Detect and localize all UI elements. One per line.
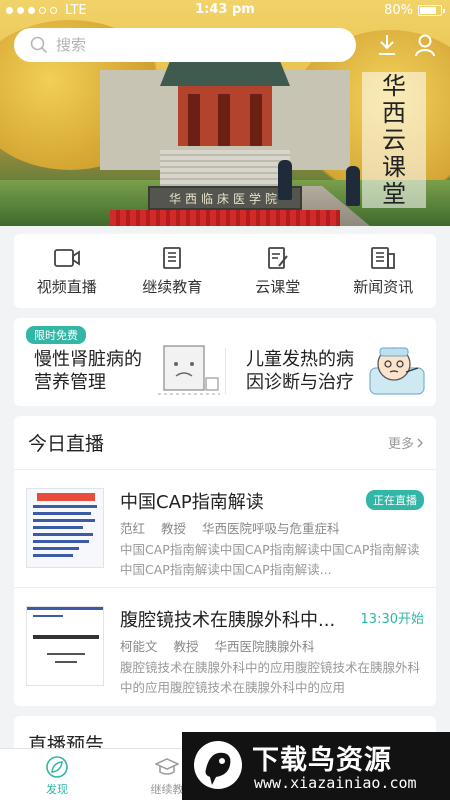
start-time: 13:30开始 [360, 612, 424, 627]
notepad-edit-icon [267, 246, 288, 269]
speaker-rank: 教授 [173, 639, 199, 654]
course-thumbnail [26, 606, 104, 686]
banner-char: 华 [382, 71, 406, 100]
tab-discover[interactable]: 发现 [12, 755, 102, 797]
compass-leaf-icon [46, 756, 68, 778]
live-list-item[interactable]: 腹腔镜技术在胰腺外科中... 13:30开始 柯能文 教授 华西医院胰腺外科 腹… [14, 588, 436, 706]
user-profile-icon[interactable] [412, 32, 438, 58]
more-label: 更多 [387, 437, 414, 452]
hero-person [278, 160, 292, 200]
tab-label: 继续教 [150, 783, 184, 796]
download-icon[interactable] [374, 32, 400, 58]
graduation-cap-icon [155, 758, 179, 775]
clock: 1:43 pm [195, 2, 255, 17]
promo-course-kidney[interactable]: 慢性肾脏病的营养管理 [34, 348, 154, 394]
course-description: 腹腔镜技术在胰腺外科中的应用腹腔镜技术在胰腺外科中的应用腹腔镜技术在胰腺外科中的… [120, 660, 421, 695]
book-icon [163, 246, 182, 269]
speaker-dept: 华西医院胰腺外科 [214, 639, 315, 654]
watermark-overlay: 下载鸟资源 www.xiazainiao.com [182, 732, 450, 800]
feature-nav: 视频直播 继续教育 云课堂 新闻资讯 [14, 234, 436, 308]
video-camera-icon [53, 248, 80, 267]
bird-logo-icon [194, 741, 242, 789]
nav-item-news[interactable]: 新闻资讯 [331, 234, 437, 308]
section-header: 今日直播 更多 [14, 416, 436, 470]
promo-course-fever[interactable]: 儿童发热的病因诊断与治疗 [246, 348, 366, 394]
course-title: 腹腔镜技术在胰腺外科中... [120, 610, 336, 631]
nav-item-label: 新闻资讯 [353, 277, 414, 296]
speaker-name: 范红 [120, 521, 146, 536]
battery-icon [418, 5, 445, 16]
speaker-rank: 教授 [161, 521, 187, 536]
section-title: 今日直播 [28, 433, 105, 455]
battery-indicator: 80% [384, 3, 445, 18]
tab-label: 发现 [46, 783, 68, 796]
course-description: 中国CAP指南解读中国CAP指南解读中国CAP指南解读中国CAP指南解读中国CA… [120, 542, 420, 577]
banner-char: 堂 [382, 179, 406, 208]
course-meta: 范红 教授 华西医院呼吸与危重症科 [120, 518, 352, 537]
sad-document-illustration-icon [158, 345, 220, 395]
hero-title-banner: 华 西 云 课 堂 [362, 72, 426, 208]
nav-item-cloud-class[interactable]: 云课堂 [225, 234, 331, 308]
watermark-name: 下载鸟资源 [252, 745, 392, 776]
speaker-name: 柯能文 [120, 639, 158, 654]
battery-percent: 80% [384, 3, 413, 18]
banner-char: 西 [382, 98, 406, 127]
nav-item-label: 云课堂 [255, 277, 301, 296]
sick-child-illustration-icon [369, 347, 425, 395]
nav-item-continuing-education[interactable]: 继续教育 [120, 234, 226, 308]
course-meta: 柯能文 教授 华西医院胰腺外科 [120, 636, 327, 655]
live-now-badge: 正在直播 [366, 490, 424, 510]
chevron-right-icon [417, 438, 423, 447]
speaker-dept: 华西医院呼吸与危重症科 [202, 521, 340, 536]
more-link[interactable]: 更多 [388, 433, 424, 452]
today-live-section: 今日直播 更多 中国CAP指南解读 正在直播 范红 教授 华西医院呼吸与危重症科… [14, 416, 436, 706]
hero-steps [160, 150, 290, 190]
newspaper-icon [371, 246, 396, 269]
nav-item-label: 继续教育 [142, 277, 203, 296]
live-list-item[interactable]: 中国CAP指南解读 正在直播 范红 教授 华西医院呼吸与危重症科 中国CAP指南… [14, 470, 436, 588]
nav-item-video-live[interactable]: 视频直播 [14, 234, 120, 308]
status-bar: LTE 1:43 pm 80% [0, 0, 450, 22]
banner-char: 课 [382, 152, 406, 181]
search-input[interactable] [56, 36, 316, 54]
banner-char: 云 [382, 125, 406, 154]
search-icon [30, 36, 48, 54]
promo-card: 限时免费 慢性肾脏病的营养管理 儿童发热的病因诊断与治疗 [14, 318, 436, 406]
search-bar[interactable] [14, 28, 356, 62]
hero-flowerbed [110, 210, 340, 226]
watermark-url: www.xiazainiao.com [254, 774, 417, 792]
course-thumbnail [26, 488, 104, 568]
free-limited-badge: 限时免费 [26, 326, 86, 344]
course-title: 中国CAP指南解读 [120, 492, 264, 513]
hero-person [346, 166, 360, 206]
promo-divider [225, 348, 226, 394]
nav-item-label: 视频直播 [36, 277, 97, 296]
